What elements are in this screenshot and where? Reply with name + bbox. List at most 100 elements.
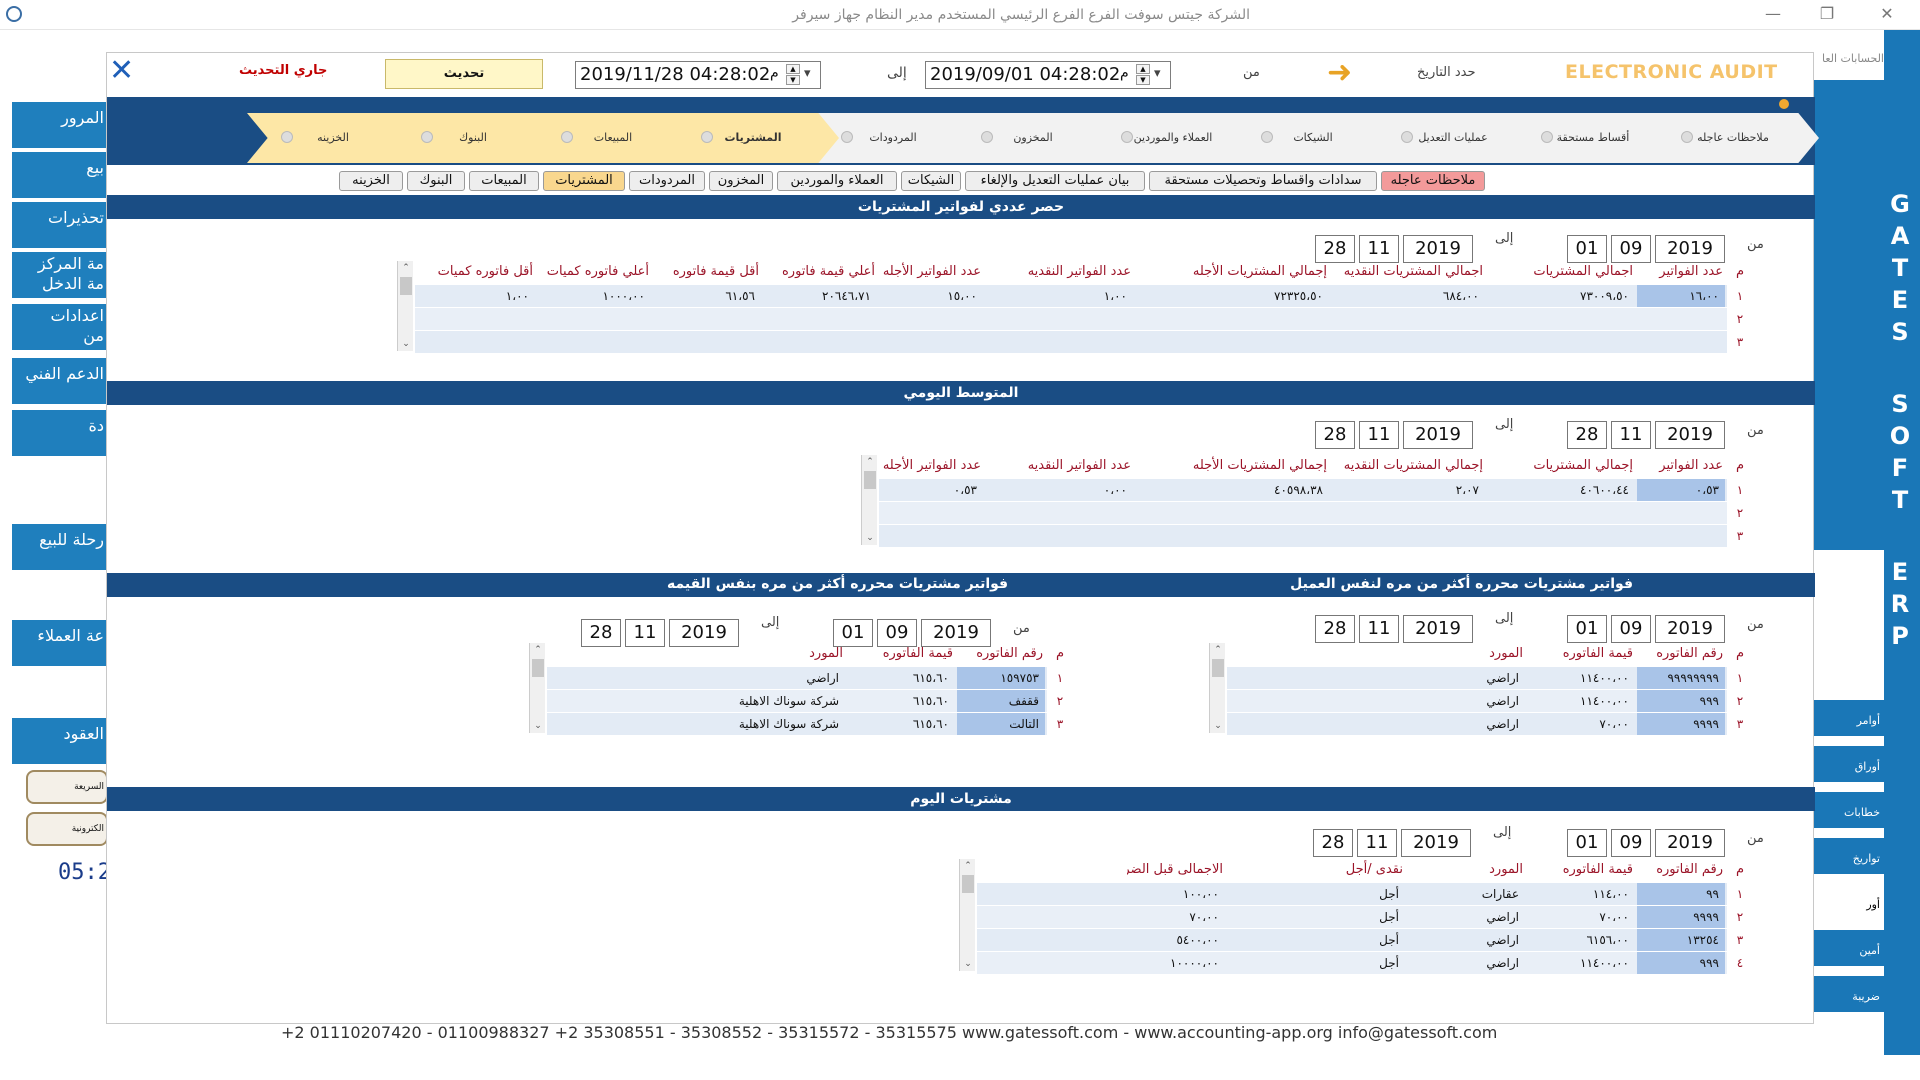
date-year-field[interactable]: 2019 — [1403, 421, 1473, 449]
date-year-field[interactable]: 2019 — [1655, 615, 1725, 643]
scroll-down-icon[interactable]: ⌄ — [530, 719, 546, 733]
right-menu-item[interactable]: أمين — [1814, 930, 1884, 966]
table-cell: ١٥،٠٠ — [947, 289, 977, 303]
left-menu-item[interactable]: تحذيرات — [12, 202, 106, 248]
date-day-field[interactable]: 28 — [581, 619, 621, 647]
right-menu-item[interactable]: أور — [1814, 884, 1884, 920]
vertical-scrollbar[interactable]: ⌃ ⌄ — [397, 261, 413, 351]
date-year-field[interactable]: 2019 — [1655, 235, 1725, 263]
table-row[interactable] — [879, 525, 1727, 547]
date-month-field[interactable]: 09 — [1611, 235, 1651, 263]
scroll-down-icon[interactable]: ⌄ — [398, 337, 414, 351]
left-menu-item[interactable]: المرور — [12, 102, 106, 148]
spin-down-icon[interactable]: ▼ — [1136, 75, 1150, 85]
date-day-field[interactable]: 28 — [1313, 829, 1353, 857]
date-year-field[interactable]: 2019 — [1401, 829, 1471, 857]
calendar-dropdown-icon[interactable]: ▾ — [1154, 66, 1161, 81]
date-day-field[interactable]: 28 — [1315, 421, 1355, 449]
date-month-field[interactable]: 11 — [625, 619, 665, 647]
date-month-field[interactable]: 11 — [1359, 235, 1399, 263]
scroll-thumb[interactable] — [1212, 659, 1224, 677]
date-day-field[interactable]: 28 — [1315, 615, 1355, 643]
refresh-button[interactable]: تحديث — [385, 59, 543, 89]
restore-button[interactable]: ❐ — [1812, 4, 1842, 26]
table-row[interactable] — [415, 331, 1727, 353]
scroll-up-icon[interactable]: ⌃ — [530, 643, 546, 657]
table-row[interactable] — [415, 308, 1727, 330]
right-menu-item[interactable]: أوراق — [1814, 746, 1884, 782]
close-window-button[interactable]: ✕ — [1872, 4, 1902, 26]
left-pill-button[interactable]: السريعة — [26, 770, 108, 804]
spin-up-icon[interactable]: ▲ — [1136, 64, 1150, 74]
right-menu-item[interactable]: تواريخ — [1814, 838, 1884, 874]
left-menu-item[interactable]: اعدادات من — [12, 304, 106, 350]
date-month-field[interactable]: 11 — [1357, 829, 1397, 857]
scroll-up-icon[interactable]: ⌃ — [398, 261, 414, 275]
left-menu-item[interactable]: دة — [12, 410, 106, 456]
vertical-scrollbar[interactable]: ⌃ ⌄ — [529, 643, 545, 733]
tab-11[interactable]: الخزينه — [339, 171, 403, 191]
left-menu-item[interactable]: رحلة للبيع — [12, 524, 106, 570]
table-row[interactable] — [879, 502, 1727, 524]
vertical-scrollbar[interactable]: ⌃ ⌄ — [1209, 643, 1225, 733]
date-month-field[interactable]: 11 — [1359, 421, 1399, 449]
scroll-down-icon[interactable]: ⌄ — [862, 531, 878, 545]
left-menu-item[interactable]: عة العملاء — [12, 620, 106, 666]
tab-3[interactable]: بيان عمليات التعديل والإلغاء — [965, 171, 1145, 191]
right-menu-item[interactable]: أوامر — [1814, 700, 1884, 736]
tab-2[interactable]: سدادات واقساط وتحصيلات مستحقة — [1149, 171, 1377, 191]
step-11[interactable]: الخزينه — [247, 113, 419, 163]
right-menu-item[interactable]: ضريبة — [1814, 976, 1884, 1012]
scroll-up-icon[interactable]: ⌃ — [862, 455, 878, 469]
from-date-picker[interactable]: 2019/09/01 04:28:02 م ▲ ▼ ▾ — [925, 61, 1171, 89]
row-number: ٣ — [1736, 933, 1744, 947]
date-year-field[interactable]: 2019 — [1403, 615, 1473, 643]
date-day-field[interactable]: 28 — [1567, 421, 1607, 449]
tab-7[interactable]: المردودات — [629, 171, 705, 191]
date-day-field[interactable]: 01 — [1567, 235, 1607, 263]
spin-up-icon[interactable]: ▲ — [786, 64, 800, 74]
left-pill-button[interactable]: الكترونية — [26, 812, 108, 846]
minimize-button[interactable]: — — [1758, 4, 1788, 26]
scroll-up-icon[interactable]: ⌃ — [960, 859, 976, 873]
spin-down-icon[interactable]: ▼ — [786, 75, 800, 85]
to-date-picker[interactable]: 2019/11/28 04:28:02 م ▲ ▼ ▾ — [575, 61, 821, 89]
tab-8[interactable]: المشتريات — [543, 171, 625, 191]
scroll-thumb[interactable] — [962, 875, 974, 893]
tab-1[interactable]: ملاحظات عاجله — [1381, 171, 1485, 191]
scroll-up-icon[interactable]: ⌃ — [1210, 643, 1226, 657]
tab-5[interactable]: العملاء والموردين — [777, 171, 897, 191]
date-month-field[interactable]: 11 — [1611, 421, 1651, 449]
right-menu-item[interactable]: خطابات — [1814, 792, 1884, 828]
vertical-scrollbar[interactable]: ⌃ ⌄ — [861, 455, 877, 545]
date-day-field[interactable]: 28 — [1315, 235, 1355, 263]
left-menu-item[interactable]: الدعم الفني — [12, 358, 106, 404]
scroll-down-icon[interactable]: ⌄ — [960, 957, 976, 971]
table-cell: ٩٩٩ — [1637, 952, 1725, 974]
tab-9[interactable]: المبيعات — [469, 171, 539, 191]
scroll-thumb[interactable] — [532, 659, 544, 677]
tab-4[interactable]: الشيكات — [901, 171, 961, 191]
scroll-thumb[interactable] — [864, 471, 876, 489]
date-month-field[interactable]: 09 — [1611, 615, 1651, 643]
step-dot-icon — [421, 131, 433, 143]
calendar-dropdown-icon[interactable]: ▾ — [804, 66, 811, 81]
date-day-field[interactable]: 01 — [1567, 829, 1607, 857]
column-header: رقم الفاتوره — [1656, 862, 1723, 877]
date-year-field[interactable]: 2019 — [1655, 421, 1725, 449]
date-month-field[interactable]: 11 — [1359, 615, 1399, 643]
scroll-down-icon[interactable]: ⌄ — [1210, 719, 1226, 733]
scroll-thumb[interactable] — [400, 277, 412, 295]
date-year-field[interactable]: 2019 — [1403, 235, 1473, 263]
date-day-field[interactable]: 01 — [1567, 615, 1607, 643]
left-menu-item[interactable]: مة المركز مة الدخل — [12, 252, 106, 298]
tab-10[interactable]: البنوك — [407, 171, 465, 191]
close-icon[interactable]: ✕ — [109, 53, 134, 88]
date-year-field[interactable]: 2019 — [1655, 829, 1725, 857]
tab-6[interactable]: المخزون — [709, 171, 773, 191]
left-menu-item[interactable]: العقود — [12, 718, 106, 764]
vertical-scrollbar[interactable]: ⌃ ⌄ — [959, 859, 975, 971]
date-month-field[interactable]: 09 — [1611, 829, 1651, 857]
arrow-right-icon[interactable]: ➜ — [1327, 55, 1352, 90]
left-menu-item[interactable]: بيع — [12, 152, 106, 198]
